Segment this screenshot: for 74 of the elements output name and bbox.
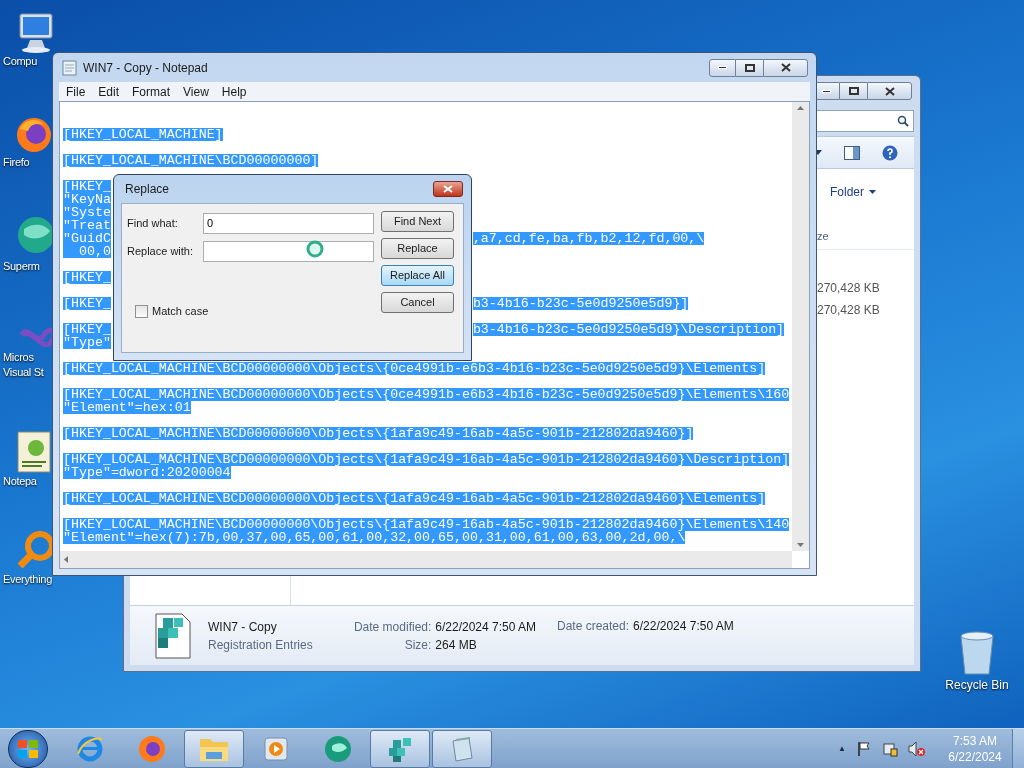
desktop-icon-label[interactable]: Compu bbox=[3, 54, 37, 69]
firefox-icon bbox=[14, 115, 54, 155]
dialog-button[interactable]: Replace All bbox=[381, 265, 454, 286]
arrange-by-button[interactable]: Folder bbox=[830, 182, 876, 201]
desktop-icon-label[interactable]: Notepa bbox=[3, 474, 37, 489]
close-button[interactable] bbox=[763, 58, 808, 77]
file-size-cell-text: 270,428 KB bbox=[817, 280, 880, 297]
desktop-icon-label[interactable]: Micros bbox=[3, 350, 34, 365]
search-field[interactable] bbox=[814, 110, 914, 132]
busy-cursor-icon bbox=[306, 240, 324, 258]
file-type: Registration Entries bbox=[208, 636, 314, 654]
menu-item[interactable]: View bbox=[178, 82, 214, 101]
menu-item[interactable]: Edit bbox=[93, 82, 125, 101]
menu-item[interactable]: File bbox=[61, 82, 91, 101]
column-header[interactable]: ze bbox=[817, 228, 829, 245]
scroll-left-icon[interactable] bbox=[64, 556, 68, 563]
notepad-icon bbox=[62, 59, 77, 76]
close-button[interactable] bbox=[867, 82, 912, 100]
maximize-button[interactable] bbox=[736, 58, 763, 77]
property-label: Date modified: bbox=[352, 618, 432, 636]
search-icon bbox=[897, 115, 909, 127]
match-case-label: Match case bbox=[152, 304, 209, 319]
desktop-icon-label[interactable]: Everything bbox=[3, 572, 52, 587]
taskbar-button[interactable] bbox=[184, 729, 244, 768]
close-icon bbox=[884, 86, 895, 96]
flag-icon[interactable] bbox=[856, 740, 872, 757]
property-value: 6/22/2024 7:50 AM bbox=[633, 618, 734, 635]
caret-icon bbox=[869, 189, 876, 194]
close-icon bbox=[443, 185, 453, 193]
dialog-button[interactable]: Find Next bbox=[381, 211, 454, 232]
taskbar-button[interactable] bbox=[432, 729, 492, 768]
desktop-icon-label[interactable]: Visual St bbox=[3, 365, 44, 380]
replace-with-label: Replace with: bbox=[127, 243, 195, 259]
menu-item[interactable]: Format bbox=[127, 82, 176, 101]
muted-speaker-icon[interactable] bbox=[908, 740, 926, 757]
property-label: Date created: bbox=[557, 618, 630, 635]
desktop-icon-label[interactable]: Superm bbox=[3, 259, 40, 274]
window-title: WIN7 - Copy - Notepad bbox=[83, 59, 209, 77]
show-hidden-icons-button[interactable]: ▲ bbox=[838, 742, 846, 755]
taskbar-button[interactable] bbox=[370, 729, 430, 768]
dialog-title: Replace bbox=[125, 181, 170, 198]
replace-with-field[interactable] bbox=[203, 240, 374, 262]
scroll-up-icon[interactable] bbox=[797, 106, 804, 110]
notepad-icon bbox=[14, 430, 54, 474]
horizontal-scrollbar[interactable] bbox=[60, 551, 792, 568]
file-name: WIN7 - Copy bbox=[208, 618, 278, 636]
close-icon bbox=[780, 63, 791, 72]
start-button[interactable] bbox=[8, 729, 48, 768]
scroll-down-icon[interactable] bbox=[797, 543, 804, 547]
match-case-checkbox[interactable] bbox=[135, 304, 148, 318]
show-desktop-button[interactable] bbox=[1012, 728, 1024, 768]
vertical-scrollbar[interactable] bbox=[792, 102, 809, 551]
desktop-icon-label[interactable]: Recycle Bin bbox=[945, 676, 1009, 694]
find-what-label: Find what: bbox=[127, 215, 179, 231]
minimize-button[interactable] bbox=[709, 58, 736, 77]
close-button[interactable] bbox=[433, 181, 463, 197]
desktop-icon-label[interactable]: Firefo bbox=[3, 155, 30, 170]
maximize-button[interactable] bbox=[840, 82, 867, 100]
property-value: 6/22/2024 7:50 AM bbox=[435, 618, 538, 636]
globe-icon bbox=[323, 733, 353, 764]
property-label: Size: bbox=[403, 636, 432, 654]
file-size-cell-text: 270,428 KB bbox=[817, 302, 880, 319]
find-what-field[interactable]: 0 bbox=[203, 212, 374, 234]
firefox-icon bbox=[137, 733, 167, 764]
network-icon[interactable] bbox=[882, 740, 898, 757]
menu-item[interactable]: Help bbox=[216, 82, 252, 101]
media-player-icon bbox=[262, 734, 290, 763]
property-value: 264 MB bbox=[435, 636, 478, 654]
recycle-bin-icon bbox=[957, 630, 997, 676]
preview-pane-icon[interactable] bbox=[844, 145, 860, 160]
windows-logo-icon bbox=[18, 739, 38, 758]
dialog-button[interactable]: Replace bbox=[381, 238, 454, 259]
dialog-button[interactable]: Cancel bbox=[381, 292, 454, 313]
help-icon[interactable] bbox=[882, 144, 898, 161]
